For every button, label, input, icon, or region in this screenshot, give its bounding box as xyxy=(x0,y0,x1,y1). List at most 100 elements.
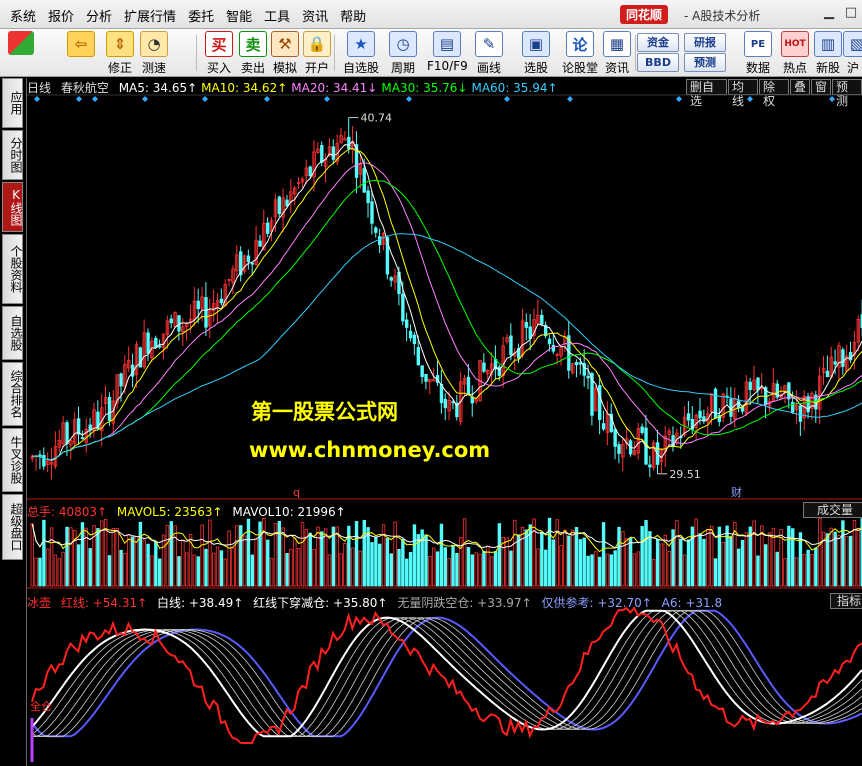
toolbar-button[interactable]: ⇦ xyxy=(64,31,98,74)
volume-bar xyxy=(435,551,440,587)
window-controls: ▁ □ xyxy=(818,4,862,22)
info-marker-icon xyxy=(264,96,270,102)
sidebar-tab[interactable]: 超级盘口 xyxy=(2,494,23,560)
toolbar-button[interactable]: 🔒 开户 xyxy=(301,31,333,75)
volume-bar xyxy=(470,554,475,587)
volume-bar xyxy=(702,538,706,587)
toolbar-button[interactable]: ▥ 新股 xyxy=(813,31,843,75)
menu-item[interactable]: 分析 xyxy=(80,6,118,25)
toolbar-button[interactable]: ▧ 沪 xyxy=(843,31,862,75)
volume-bar xyxy=(161,534,166,587)
info-marker-icon xyxy=(142,96,148,102)
up-down-arrow-icon: ⇕ xyxy=(106,31,134,57)
sidebar-tab[interactable]: 综合排名 xyxy=(2,362,23,426)
kline-chart-svg[interactable]: 40.74 29.51 q 财全仓 xyxy=(27,78,862,766)
candle-body xyxy=(377,236,382,246)
volume-bar xyxy=(296,548,301,587)
candle-body xyxy=(798,405,803,422)
volume-bar xyxy=(443,547,448,587)
candle-body xyxy=(347,136,351,150)
volume-bar xyxy=(157,558,162,587)
candle-body xyxy=(362,168,366,193)
toolbar-box-button[interactable]: 预测 xyxy=(684,53,726,72)
menu-item[interactable]: 资讯 xyxy=(296,6,334,25)
volume-bar xyxy=(810,554,814,587)
candle-body xyxy=(617,444,621,454)
toolbar-button[interactable]: ◔ 测速 xyxy=(137,31,171,75)
volume-bar xyxy=(107,555,112,587)
toolbar-box-button[interactable]: 研报 xyxy=(684,33,726,52)
toolbar-button[interactable]: ⚒ 模拟 xyxy=(269,31,301,75)
menu-item[interactable]: 智能 xyxy=(220,6,258,25)
toolbar-button-label: 测速 xyxy=(141,61,166,75)
sidebar-tab[interactable]: 应用 xyxy=(2,78,23,128)
candle-body xyxy=(424,374,428,382)
minimize-icon[interactable]: ▁ xyxy=(818,4,840,22)
toolbar-button[interactable]: ◷ 周期 xyxy=(383,31,423,75)
volume-bar xyxy=(146,543,150,587)
toolbar-button[interactable]: PE 数据 xyxy=(741,31,775,75)
sidebar-tab[interactable]: 分时图 xyxy=(2,130,23,180)
menu-item[interactable]: 系统 xyxy=(4,6,42,25)
toolbar-button[interactable]: ★ 自选股 xyxy=(340,31,382,75)
volume-panel-button[interactable]: 成交量 xyxy=(803,502,862,518)
volume-bar xyxy=(551,539,556,587)
white-line-label: 白线: +38.49↑ xyxy=(157,596,244,610)
toolbar-button[interactable]: ▣ 选股 xyxy=(516,31,556,75)
toolbar-button[interactable] xyxy=(6,31,36,74)
volume-bar xyxy=(154,541,158,587)
toolbar-button[interactable]: ▤ F10/F9 xyxy=(427,31,468,74)
volume-bar xyxy=(57,558,62,587)
volume-bar xyxy=(215,546,220,587)
info-marker-icon xyxy=(567,96,573,102)
volume-bar xyxy=(543,549,548,587)
menu-item[interactable]: 委托 xyxy=(182,6,220,25)
volume-bar xyxy=(142,539,146,587)
volume-bar xyxy=(408,551,413,587)
menu-item[interactable]: 扩展行情 xyxy=(118,6,182,25)
clock-icon: ◷ xyxy=(389,31,417,57)
sidebar-tab[interactable]: K线图 xyxy=(2,182,23,232)
toolbar-box-button[interactable]: BBD xyxy=(637,53,679,72)
candle-body xyxy=(119,373,123,387)
toolbar-button[interactable]: ▦ 资讯 xyxy=(600,31,634,75)
volume-bar xyxy=(401,538,405,587)
indicator-panel-button[interactable]: 指标 xyxy=(830,593,862,609)
volume-bar xyxy=(227,530,231,587)
toolbar-button[interactable]: HOT 热点 xyxy=(778,31,812,75)
toolbar-button[interactable]: ⇕ 修正 xyxy=(103,31,137,75)
maximize-icon[interactable]: □ xyxy=(840,4,862,22)
menu-item[interactable]: 帮助 xyxy=(334,6,372,25)
toolbar-button[interactable]: 买买入 xyxy=(203,31,235,75)
hammer-icon: ⚒ xyxy=(271,31,299,57)
menu-item[interactable]: 报价 xyxy=(42,6,80,25)
volume-bar xyxy=(594,551,598,587)
menu-item[interactable]: 工具 xyxy=(258,6,296,25)
volume-bar xyxy=(134,536,139,587)
volume-bar xyxy=(845,536,849,587)
lock-icon: 🔒 xyxy=(303,31,331,57)
info-marker-icon xyxy=(406,96,412,102)
toolbar-box-button[interactable]: 资金 xyxy=(637,33,679,52)
info-marker-icon xyxy=(92,96,98,102)
volume-bar xyxy=(254,538,258,587)
toolbar-button[interactable]: 卖卖出 xyxy=(237,31,269,75)
candle-body xyxy=(246,255,251,262)
toolbar-button-label: 沪 xyxy=(846,61,859,75)
toolbar-button[interactable]: 论论股堂 xyxy=(560,31,600,75)
volume-bar xyxy=(767,532,772,587)
volume-bar xyxy=(497,523,502,587)
volume-bar xyxy=(655,538,660,587)
candle-body xyxy=(370,201,374,224)
volume-bar xyxy=(501,536,505,587)
sidebar-tab[interactable]: 个股资料 xyxy=(2,234,23,304)
brand-logo: 同花顺 xyxy=(620,5,669,24)
sidebar-tab[interactable]: 牛叉诊股 xyxy=(2,428,23,492)
volume-bar xyxy=(632,553,637,587)
candle-body xyxy=(412,334,417,345)
volume-bar xyxy=(721,541,725,587)
candle-body xyxy=(509,335,513,356)
toolbar-button[interactable]: ✎ 画线 xyxy=(470,31,508,75)
sidebar-tab[interactable]: 自选股 xyxy=(2,306,23,360)
volume-bar xyxy=(513,519,517,587)
